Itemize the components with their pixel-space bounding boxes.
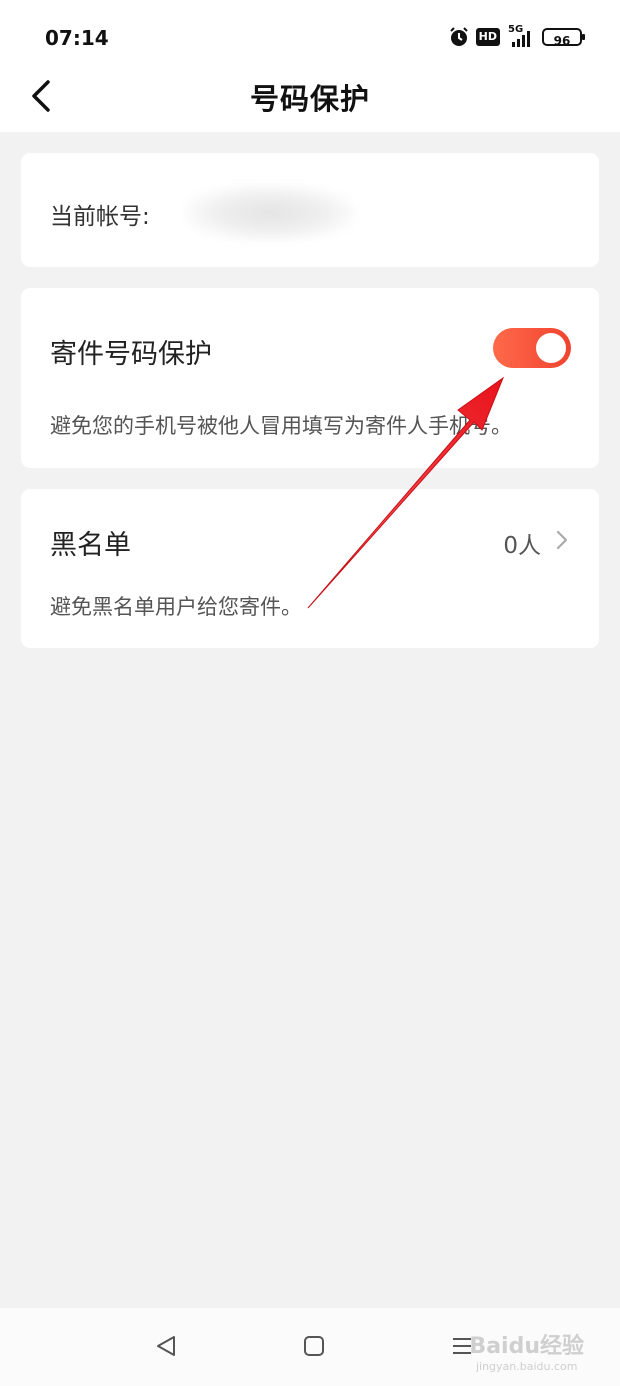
5g-signal-icon: 5G <box>506 24 536 48</box>
home-square-icon <box>304 1336 324 1356</box>
back-triangle-icon <box>157 1336 175 1356</box>
toggle-knob <box>536 333 566 363</box>
sender-protection-card: 寄件号码保护 避免您的手机号被他人冒用填写为寄件人手机号。 <box>21 288 599 468</box>
status-icons: HD 5G 96 <box>448 24 585 50</box>
status-time: 07:14 <box>45 26 109 50</box>
sender-protection-toggle[interactable] <box>493 328 571 368</box>
nav-back-button[interactable] <box>154 1334 178 1362</box>
system-nav-bar: Baidu经验 jingyan.baidu.com <box>0 1308 620 1386</box>
chevron-right-icon <box>556 530 568 550</box>
alarm-icon <box>449 27 468 46</box>
hd-icon: HD <box>475 28 500 46</box>
watermark: Baidu经验 jingyan.baidu.com <box>469 1328 584 1373</box>
blacklist-description: 避免黑名单用户给您寄件。 <box>50 595 302 619</box>
battery-icon: 96 <box>542 28 585 48</box>
battery-level: 96 <box>553 34 571 48</box>
sender-protection-title: 寄件号码保护 <box>50 339 212 370</box>
nav-home-button[interactable] <box>302 1334 326 1362</box>
account-card: 当前帐号: <box>21 153 599 267</box>
watermark-sub: jingyan.baidu.com <box>475 1360 578 1373</box>
blacklist-count: 0人 <box>503 533 541 559</box>
account-label: 当前帐号: <box>50 204 150 230</box>
sender-protection-description: 避免您的手机号被他人冒用填写为寄件人手机号。 <box>50 414 512 438</box>
blacklist-title: 黑名单 <box>50 530 131 561</box>
header-bar: 号码保护 <box>0 60 620 132</box>
page-title: 号码保护 <box>249 82 370 116</box>
watermark-main: Baidu经验 <box>469 1334 584 1359</box>
status-bar: 07:14 HD 5G 96 <box>0 0 620 68</box>
blacklist-row[interactable]: 黑名单 0人 避免黑名单用户给您寄件。 <box>21 489 599 648</box>
account-value-blurred <box>186 185 354 241</box>
